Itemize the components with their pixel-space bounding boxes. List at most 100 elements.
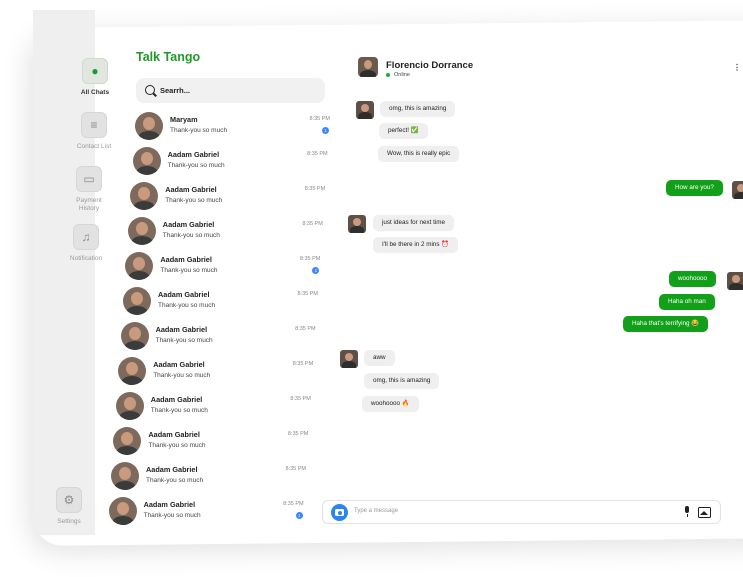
message-avatar [348, 215, 366, 233]
chat-list-item[interactable]: Aadam Gabriel Thank-you so much 8:35 PM 1 [125, 252, 320, 286]
message-bubble: How are you? [666, 180, 723, 196]
unread-badge: 1 [295, 512, 303, 519]
chat-name: Aadam Gabriel [162, 220, 215, 229]
nav-notification[interactable]: ♫ Notification [55, 224, 117, 263]
message-bubble: woohoooo [669, 271, 717, 287]
chat-list-item[interactable]: Aadam Gabriel Thank-you so much 8:35 PM [115, 392, 311, 426]
chat-name: Aadam Gabriel [148, 430, 200, 439]
chat-preview: Thank-you so much [160, 267, 218, 274]
chat-list-item[interactable]: Aadam Gabriel Thank-you so much 8:35 PM [130, 182, 325, 216]
chat-time: 8:35 PM [285, 466, 306, 472]
chat-time: 8:35 PM [302, 221, 323, 227]
chat-preview: Thank-you so much [165, 197, 223, 204]
chat-name: Aadam Gabriel [158, 290, 210, 299]
nav-label: Notification [69, 255, 103, 262]
message-bubble: woohoooo 🔥 [362, 396, 419, 412]
message-bubble: aww [364, 350, 395, 366]
chat-name: Aadam Gabriel [150, 395, 203, 404]
chat-time: 8:35 PM [292, 361, 314, 367]
avatar [108, 497, 137, 525]
search-placeholder: Searrh... [160, 86, 191, 95]
chat-name: Aadam Gabriel [146, 465, 198, 474]
message-bubble: I'll be there in 2 mins ⏰ [373, 237, 459, 253]
camera-icon[interactable] [331, 504, 348, 521]
chat-list-item[interactable]: Aadam Gabriel Thank-you so much 8:35 PM [113, 427, 308, 461]
message-composer[interactable]: Type a message [322, 500, 721, 524]
message-avatar [340, 350, 358, 368]
message-bubble: perfect! ✅ [379, 123, 428, 139]
chat-time: 8:35 PM [299, 256, 321, 262]
avatar [130, 182, 159, 210]
chat-preview: Thank-you so much [146, 477, 204, 484]
chat-list-item[interactable]: Aadam Gabriel Thank-you so much 8:35 PM 1 [108, 497, 304, 531]
contact-name: Florencio Dorrance [386, 60, 474, 71]
chat-name: Aadam Gabriel [160, 255, 212, 264]
payment-history-icon: ▭ [76, 166, 102, 192]
message-bubble: omg, this is amazing [364, 373, 440, 389]
chat-name: Aadam Gabriel [153, 360, 205, 369]
chat-name: Aadam Gabriel [165, 185, 217, 194]
chat-time: 8:35 PM [283, 501, 304, 507]
nav-settings[interactable]: ⚙ Settings [38, 487, 100, 526]
chat-name: Aadam Gabriel [155, 325, 208, 334]
search-icon [145, 85, 155, 95]
chat-preview: Thank-you so much [162, 232, 220, 239]
avatar [120, 322, 149, 350]
chat-preview: Thank-you so much [167, 162, 225, 169]
nav-label: Payment History [76, 197, 102, 212]
contact-list-icon: ≡ [81, 112, 107, 138]
gear-icon: ⚙ [56, 487, 82, 513]
status-text: Online [394, 72, 410, 78]
avatar [132, 147, 161, 175]
chat-time: 8:35 PM [295, 326, 316, 332]
online-dot-icon [386, 72, 390, 77]
message-bubble: Haha oh man [659, 294, 715, 310]
avatar [118, 357, 147, 385]
nav-label: Contact List [76, 143, 112, 150]
avatar [127, 217, 156, 245]
unread-badge: 1 [322, 127, 329, 134]
chat-name: Aadam Gabriel [143, 500, 196, 509]
avatar [115, 392, 144, 420]
message-avatar [727, 272, 743, 290]
nav-payment-history[interactable]: ▭ Payment History [58, 166, 120, 213]
chat-list-item[interactable]: Aadam Gabriel Thank-you so much 8:35 PM [132, 147, 328, 181]
chat-time: 8:35 PM [307, 151, 328, 157]
chat-time: 8:35 PM [304, 186, 326, 192]
chat-preview: Thank-you so much [143, 512, 201, 519]
avatar [123, 287, 151, 315]
chat-list-item[interactable]: Aadam Gabriel Thank-you so much 8:35 PM [123, 287, 318, 321]
search-input[interactable]: Searrh... [136, 78, 325, 103]
nav-label: All Chats [80, 89, 110, 96]
chat-time: 8:35 PM [297, 291, 318, 297]
message-bubble: Haha that's terrifying 😂 [623, 316, 709, 332]
image-icon[interactable] [698, 507, 711, 518]
chat-list-item[interactable]: Aadam Gabriel Thank-you so much 8:35 PM [118, 357, 313, 391]
message-avatar [732, 181, 743, 199]
avatar [135, 112, 163, 140]
chat-time: 8:35 PM [290, 396, 311, 402]
avatar [125, 252, 154, 280]
more-icon[interactable]: ⋮ [733, 63, 741, 72]
chat-list-item[interactable]: Aadam Gabriel Thank-you so much 8:35 PM [127, 217, 323, 251]
chat-bubble-icon: ● [82, 58, 108, 84]
nav-contact-list[interactable]: ≡ Contact List [63, 112, 125, 151]
avatar [113, 427, 142, 455]
chat-preview: Thank-you so much [170, 127, 228, 134]
contact-status: Online [386, 72, 410, 78]
app-brand: Talk Tango [136, 50, 201, 64]
contact-avatar[interactable] [358, 57, 378, 77]
message-bubble: Wow, this is really epic [378, 146, 460, 162]
chat-list-item[interactable]: Aadam Gabriel Thank-you so much 8:35 PM [111, 462, 306, 496]
microphone-icon[interactable] [685, 506, 689, 517]
chat-time: 8:35 PM [287, 431, 309, 437]
chat-name: Aadam Gabriel [167, 150, 220, 159]
nav-all-chats[interactable]: ● All Chats [64, 58, 126, 97]
chat-list-item[interactable]: Maryam Thank-you so much 8:35 PM 1 [135, 112, 330, 146]
chat-preview: Thank-you so much [155, 337, 213, 344]
chat-list-item[interactable]: Aadam Gabriel Thank-you so much 8:35 PM [120, 322, 316, 356]
message-input[interactable]: Type a message [354, 508, 398, 514]
avatar [111, 462, 139, 490]
chat-preview: Thank-you so much [153, 372, 211, 379]
message-avatar [356, 101, 374, 119]
